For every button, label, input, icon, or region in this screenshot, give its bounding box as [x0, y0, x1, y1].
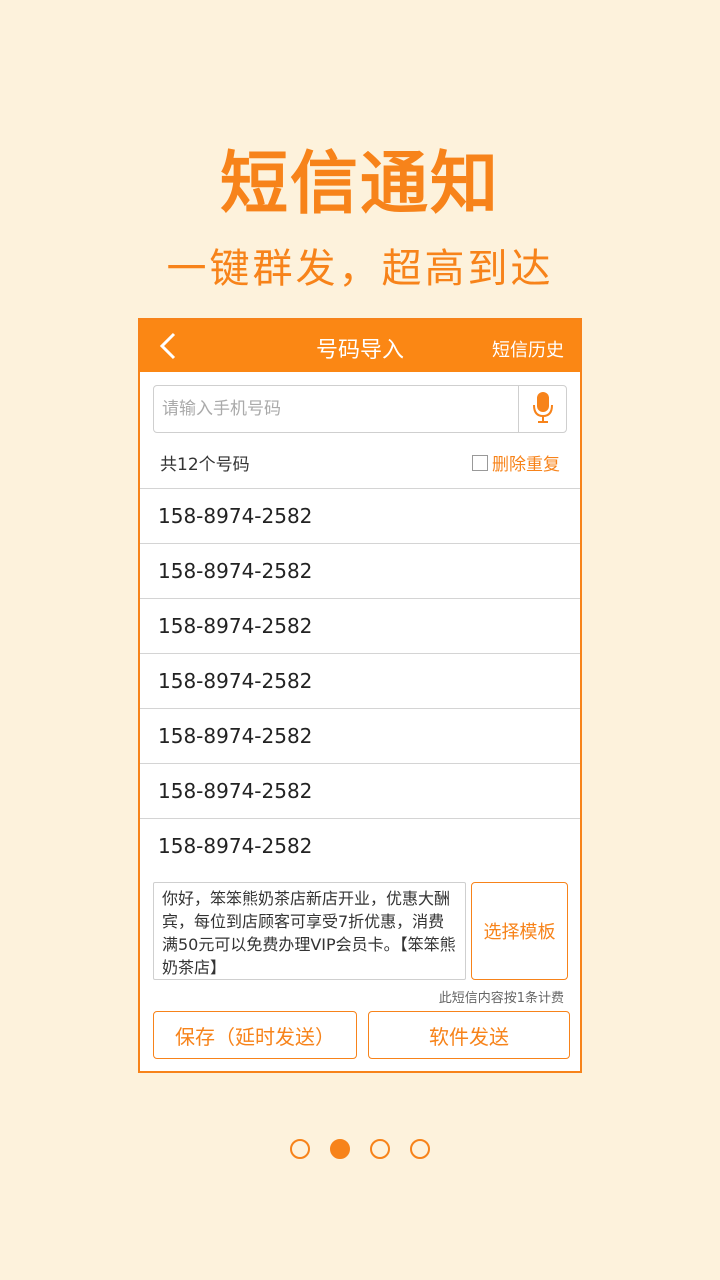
phone-number-input[interactable] — [154, 386, 518, 432]
sms-history-link[interactable]: 短信历史 — [492, 336, 564, 362]
select-template-button[interactable]: 选择模板 — [471, 882, 568, 980]
phone-number-list[interactable]: 158-8974-2582 158-8974-2582 158-8974-258… — [140, 488, 580, 869]
sms-message-textarea[interactable]: 你好，笨笨熊奶茶店新店开业，优惠大酬宾，每位到店顾客可享受7折优惠，消费满50元… — [153, 882, 466, 980]
list-item[interactable]: 158-8974-2582 — [140, 489, 580, 544]
remove-duplicates-checkbox[interactable] — [472, 454, 488, 471]
page-indicator — [0, 1139, 720, 1161]
phone-search-box — [153, 385, 567, 433]
list-item[interactable]: 158-8974-2582 — [140, 544, 580, 599]
top-bar: 号码导入 短信历史 — [140, 320, 580, 372]
list-item[interactable]: 158-8974-2582 — [140, 764, 580, 819]
save-delayed-send-button[interactable]: 保存（延时发送） — [153, 1011, 357, 1059]
page-dot[interactable] — [290, 1139, 310, 1159]
page-dot-active[interactable] — [330, 1139, 350, 1159]
software-send-button[interactable]: 软件发送 — [368, 1011, 570, 1059]
number-count: 共12个号码 — [160, 455, 250, 475]
page-dot[interactable] — [370, 1139, 390, 1159]
phone-mockup: 号码导入 短信历史 共12个号码 删除重复 158-8974-2582 158-… — [138, 318, 582, 1073]
page-dot[interactable] — [410, 1139, 430, 1159]
list-item[interactable]: 158-8974-2582 — [140, 654, 580, 709]
list-item[interactable]: 158-8974-2582 — [140, 599, 580, 654]
voice-input-button[interactable] — [518, 386, 566, 432]
billing-note: 此短信内容按1条计费 — [438, 991, 564, 1006]
remove-duplicates-toggle[interactable]: 删除重复 — [472, 450, 560, 475]
list-item[interactable]: 158-8974-2582 — [140, 709, 580, 764]
hero-subtitle: 一键群发，超高到达 — [166, 246, 554, 292]
microphone-icon — [532, 391, 553, 427]
remove-duplicates-label: 删除重复 — [492, 455, 560, 475]
hero-title: 短信通知 — [219, 145, 500, 224]
list-item[interactable]: 158-8974-2582 — [140, 819, 580, 869]
